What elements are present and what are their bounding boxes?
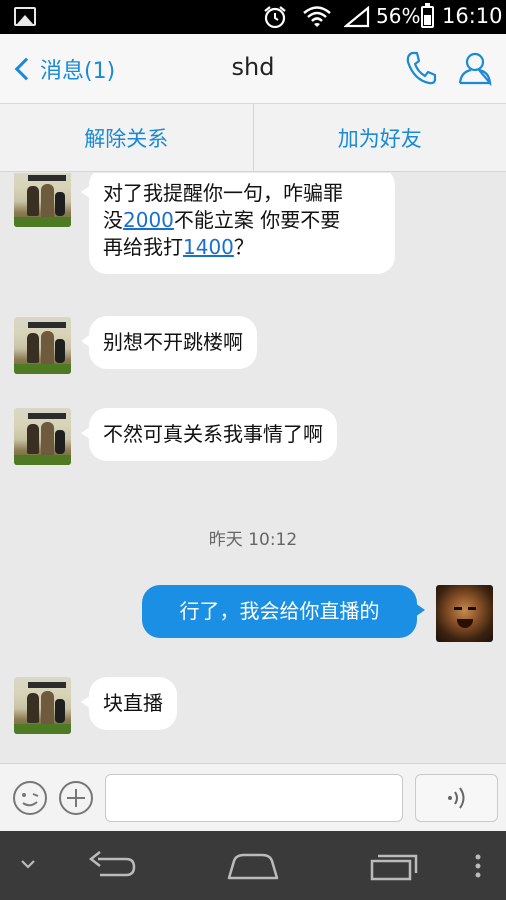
message-bubble[interactable]: 块直播 xyxy=(81,677,177,730)
relation-actions: 解除关系 加为好友 xyxy=(0,104,506,172)
alarm-icon xyxy=(264,6,286,29)
my-avatar[interactable] xyxy=(436,585,493,642)
contact-avatar[interactable] xyxy=(14,173,71,227)
back-label: 消息(1) xyxy=(40,59,116,84)
nav-down-icon[interactable] xyxy=(18,857,38,871)
message-bubble[interactable]: 别想不开跳楼啊 xyxy=(81,316,257,369)
battery-icon xyxy=(421,3,434,28)
phone-icon[interactable] xyxy=(404,50,438,86)
message-input[interactable] xyxy=(105,774,403,822)
profile-icon[interactable] xyxy=(457,50,493,86)
phone-number-link[interactable]: 2000 xyxy=(123,208,174,232)
message-timestamp: 昨天 10:12 xyxy=(208,530,298,550)
back-chevron-icon xyxy=(14,57,38,81)
system-nav-bar xyxy=(0,831,506,900)
signal-icon xyxy=(344,6,370,28)
nav-back-icon[interactable] xyxy=(86,849,138,881)
nav-home-icon[interactable] xyxy=(226,851,280,881)
battery-percent: 56% xyxy=(376,4,421,28)
title-bar: 消息(1) shd xyxy=(0,34,506,104)
nav-menu-icon[interactable] xyxy=(472,853,484,879)
chat-area[interactable]: 对了我提醒你一句，咋骗罪 没2000不能立案 你要不要 再给我打1400？ 别想… xyxy=(0,173,506,763)
message-bubble[interactable]: 不然可真关系我事情了啊 xyxy=(81,408,337,461)
voice-button[interactable] xyxy=(415,774,498,822)
back-button[interactable]: 消息(1) xyxy=(8,48,115,90)
remove-relation-button[interactable]: 解除关系 xyxy=(0,104,253,171)
contact-avatar[interactable] xyxy=(14,317,71,374)
contact-avatar[interactable] xyxy=(14,677,71,734)
add-friend-button[interactable]: 加为好友 xyxy=(254,104,506,171)
nav-recent-icon[interactable] xyxy=(368,851,420,883)
image-icon xyxy=(14,7,36,26)
wifi-icon xyxy=(303,6,331,27)
phone-number-link[interactable]: 1400 xyxy=(183,235,234,259)
outgoing-message-bubble[interactable]: 行了，我会给你直播的 xyxy=(142,585,425,638)
input-bar xyxy=(0,763,506,831)
status-time: 16:10 xyxy=(442,4,503,28)
voice-icon xyxy=(447,787,464,809)
emoji-icon[interactable] xyxy=(12,780,48,816)
plus-icon[interactable] xyxy=(58,780,94,816)
message-bubble[interactable]: 对了我提醒你一句，咋骗罪 没2000不能立案 你要不要 再给我打1400？ xyxy=(81,173,395,274)
status-bar: 56% 16:10 xyxy=(0,0,506,34)
contact-avatar[interactable] xyxy=(14,408,71,465)
